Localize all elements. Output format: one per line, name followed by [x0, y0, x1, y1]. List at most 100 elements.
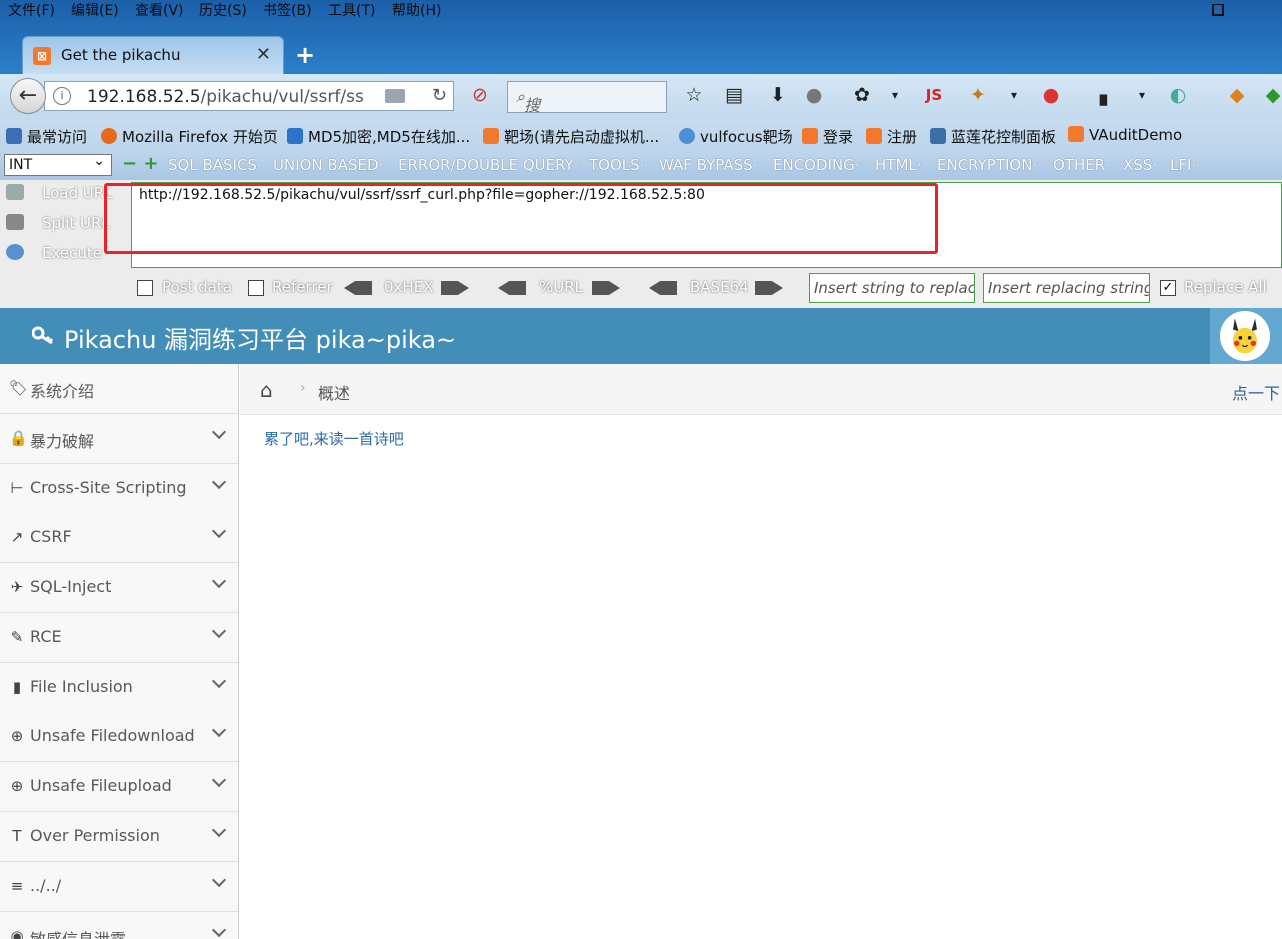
url-decode-arrow-icon[interactable] [498, 281, 526, 295]
replace-string-input[interactable]: Insert string to replace [809, 273, 975, 303]
extension-green-icon[interactable]: ◆ [1262, 84, 1282, 106]
chevron-down-icon [211, 872, 227, 888]
chevron-down-icon [211, 722, 227, 738]
info-icon[interactable]: i [53, 87, 71, 105]
menu-waf-bypass[interactable]: WAF BYPASS· [659, 156, 757, 174]
dropdown-arrow-icon-2[interactable]: ▾ [1003, 84, 1025, 106]
menu-tools[interactable]: TOOLS· [589, 156, 644, 174]
chevron-down-icon [211, 673, 227, 689]
menu-encryption[interactable]: ENCRYPTION· [937, 156, 1037, 174]
text-icon: T [12, 827, 22, 845]
bookmark-login[interactable]: 登录 [802, 126, 853, 147]
referrer-checkbox[interactable] [248, 280, 264, 296]
sidebar-item-sql-inject[interactable]: ✈ SQL-Inject [0, 563, 238, 613]
split-url-button[interactable]: Split URL [6, 214, 110, 232]
url-label: %URL [539, 278, 584, 296]
proxy-icon[interactable]: ◐ [1167, 84, 1189, 106]
back-button[interactable]: ← [10, 78, 46, 114]
menu-edit[interactable]: 编辑(E) [71, 0, 119, 20]
menu-union-based[interactable]: UNION BASED· [273, 156, 383, 174]
menu-encoding[interactable]: ENCODING· [773, 156, 860, 174]
new-tab-button[interactable]: + [295, 41, 315, 69]
sidebar-item-csrf[interactable]: ↗ CSRF [0, 513, 238, 563]
reading-list-icon[interactable]: ▤ [723, 84, 745, 106]
sidebar-item-unsafe-fileupload[interactable]: ⊕ Unsafe Fileupload [0, 762, 238, 812]
pikachu-avatar[interactable] [1220, 311, 1270, 361]
tab-active[interactable]: ⊠ Get the pikachu ✕ [22, 36, 284, 74]
execute-button[interactable]: Execute [6, 244, 102, 262]
bookmark-vauditdemo[interactable]: VAuditDemo [1068, 126, 1182, 144]
bookmark-vulfocus[interactable]: vulfocus靶场 [679, 126, 793, 147]
menu-error-double-query[interactable]: ERROR/DOUBLE QUERY· [398, 156, 579, 174]
menu-tools[interactable]: 工具(T) [328, 0, 375, 20]
hackbar-type-select[interactable]: INT [4, 151, 112, 176]
replace-all-label: Replace All [1184, 278, 1267, 296]
url-encode-arrow-icon[interactable] [592, 281, 620, 295]
dropdown-arrow-icon[interactable]: ▾ [884, 84, 906, 106]
stack-icon[interactable]: ▖ [1096, 84, 1118, 106]
bookmark-firefox-start[interactable]: Mozilla Firefox 开始页 [101, 126, 278, 147]
base64-encode-arrow-icon[interactable] [755, 281, 783, 295]
menu-history[interactable]: 历史(S) [199, 0, 247, 20]
bookmark-bluelotus[interactable]: 蓝莲花控制面板 [930, 126, 1056, 147]
hex-label: 0xHEX [384, 278, 434, 296]
sidebar-item-dir-traversal[interactable]: ≡ ../../ [0, 862, 238, 912]
sidebar-item-xss[interactable]: ⊢ Cross-Site Scripting [0, 464, 238, 514]
palette-icon[interactable]: ✿ [851, 84, 873, 106]
base64-decode-arrow-icon[interactable] [649, 281, 677, 295]
close-tab-icon[interactable]: ✕ [256, 44, 271, 65]
drive-icon[interactable] [385, 89, 405, 103]
menu-view[interactable]: 查看(V) [135, 0, 184, 20]
dropdown-arrow-icon-3[interactable]: ▾ [1131, 84, 1153, 106]
sidebar-item-info-leak[interactable]: ◉ 敏感信息泄露 [0, 912, 238, 939]
sidebar-item-unsafe-filedownload[interactable]: ⊕ Unsafe Filedownload [0, 712, 238, 762]
plane-icon: ✈ [10, 578, 24, 596]
hex-encode-arrow-icon[interactable] [441, 281, 469, 295]
download-arrow-icon[interactable]: ⬇ [767, 84, 789, 106]
user-avatar-area[interactable] [1210, 308, 1282, 364]
load-url-button[interactable]: Load URL [6, 184, 113, 202]
url-bar[interactable]: i 192.168.52.5/pikachu/vul/ssrf/ss ↻ [44, 81, 454, 111]
menu-sql-basics[interactable]: SQL BASICS· [168, 156, 262, 174]
sidebar-item-brute-force[interactable]: 🔒 暴力破解 [0, 414, 238, 464]
vulfocus-icon [679, 128, 695, 144]
bookmark-md5[interactable]: MD5加密,MD5在线加... [287, 126, 470, 147]
post-data-checkbox[interactable] [137, 280, 153, 296]
menu-file[interactable]: 文件(F) [8, 0, 55, 20]
js-addon-icon[interactable]: JS [923, 84, 945, 106]
bookmark-folder-icon [6, 128, 22, 144]
menu-xss[interactable]: XSS· [1123, 156, 1157, 174]
search-input[interactable]: ⌕ 搜索 [507, 81, 667, 139]
replace-all-checkbox[interactable]: ✓ [1160, 280, 1176, 296]
firebug-icon[interactable]: ✦ [967, 84, 989, 106]
bookmark-most-visited[interactable]: 最常访问 [6, 126, 87, 147]
reload-icon[interactable]: ↻ [432, 85, 447, 106]
menu-help[interactable]: 帮助(H) [392, 0, 441, 20]
chevron-down-icon [211, 623, 227, 639]
sidebar-item-system-intro[interactable]: 🏷 系统介绍 [0, 364, 238, 414]
minimize-window-button[interactable] [1212, 4, 1224, 16]
hackbar-menu-row: INT − + SQL BASICS· UNION BASED· ERROR/D… [0, 150, 1282, 180]
addon-gray-icon[interactable]: ● [803, 84, 825, 106]
sidebar-item-file-inclusion[interactable]: ▮ File Inclusion [0, 663, 238, 713]
breadcrumb-right-link[interactable]: 点一下 [1232, 380, 1280, 404]
star-bookmark-icon[interactable]: ☆ [683, 84, 705, 106]
menu-bookmarks[interactable]: 书签(B) [263, 0, 312, 20]
plus-minus-icon[interactable]: − + [122, 153, 158, 174]
sidebar-item-over-permission[interactable]: T Over Permission [0, 812, 238, 862]
home-icon[interactable]: ⌂ [260, 378, 273, 402]
tags-icon: 🏷 [9, 379, 29, 397]
sidebar-item-rce[interactable]: ✎ RCE [0, 613, 238, 663]
bookmark-register[interactable]: 注册 [866, 126, 917, 147]
red-addon-icon[interactable]: ● [1040, 84, 1062, 106]
bookmark-range[interactable]: 靶场(请先启动虚拟机... [483, 126, 659, 147]
menu-lfi[interactable]: LFI· [1170, 156, 1196, 174]
url-text[interactable]: 192.168.52.5/pikachu/vul/ssrf/ss [87, 87, 364, 107]
poem-link[interactable]: 累了吧,来读一首诗吧 [264, 428, 404, 449]
extension-orange-icon[interactable]: ◆ [1226, 84, 1248, 106]
menu-other[interactable]: OTHER· [1053, 156, 1110, 174]
noscript-icon[interactable]: ⊘ [469, 84, 491, 106]
menu-html[interactable]: HTML· [875, 156, 922, 174]
hex-decode-arrow-icon[interactable] [344, 281, 372, 295]
replacing-string-input[interactable]: Insert replacing string [983, 273, 1150, 303]
